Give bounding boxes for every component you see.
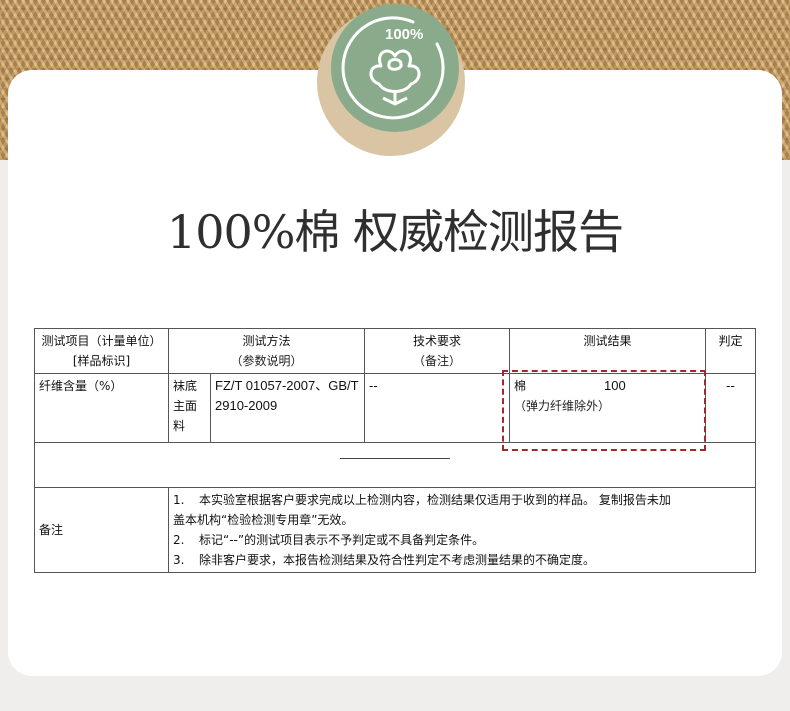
cell-method-line1: FZ/T 01057-2007、GB/T — [215, 378, 359, 393]
note-number: 2. — [173, 533, 185, 547]
badge-percent: 100% — [385, 26, 424, 43]
result-highlight-box — [502, 370, 706, 451]
header-test-method-line2: （参数说明） — [230, 354, 303, 368]
cotton-flower-icon — [341, 16, 445, 120]
header-requirement-line2: （备注） — [413, 354, 462, 368]
note-text: 本实验室根据客户要求完成以上检测内容，检测结果仅适用于收到的样品。 复制报告未加 — [199, 493, 671, 507]
header-judgement: 判定 — [705, 328, 757, 374]
header-requirement-line1: 技术要求 — [413, 334, 462, 348]
page-title: 100%棉 权威检测报告 — [166, 205, 624, 259]
cell-item: 纤维含量（%） — [34, 373, 169, 443]
table-header-row: 测试项目（计量单位） [样品标识] 测试方法 （参数说明） 技术要求 （备注） … — [34, 328, 757, 374]
header-result: 测试结果 — [509, 328, 707, 374]
cell-part-line1: 袜底 — [173, 379, 198, 393]
notes-content: 1. 本实验室根据客户要求完成以上检测内容，检测结果仅适用于收到的样品。 复制报告… — [167, 487, 757, 573]
note-text: 盖本机构“检验检测专用章”无效。 — [173, 513, 354, 527]
note-line: 3. 除非客户要求，本报告检测结果及符合性判定不考虑测量结果的不确定度。 — [173, 550, 751, 570]
header-test-method-line1: 测试方法 — [242, 334, 291, 348]
cell-method: FZ/T 01057-2007、GB/T 2910-2009 — [209, 373, 366, 443]
cell-part-line3: 料 — [173, 419, 186, 433]
note-text: 除非客户要求，本报告检测结果及符合性判定不考虑测量结果的不确定度。 — [199, 553, 596, 567]
cell-method-line2: 2910-2009 — [215, 398, 278, 413]
cell-part: 袜底 主面 料 — [168, 373, 211, 443]
header-test-item-line1: 测试项目（计量单位） — [41, 334, 162, 348]
cell-part-line2: 主面 — [173, 399, 198, 413]
divider-line — [340, 458, 450, 459]
header-test-item-line2: [样品标识] — [72, 354, 131, 368]
note-number: 1. — [173, 493, 185, 507]
cell-judgement: -- — [705, 373, 757, 443]
cotton-badge: 100% — [331, 4, 459, 132]
cell-requirement: -- — [364, 373, 511, 443]
notes-label: 备注 — [34, 487, 169, 573]
note-number: 3. — [173, 553, 185, 567]
note-line: 1. 本实验室根据客户要求完成以上检测内容，检测结果仅适用于收到的样品。 复制报告… — [173, 490, 751, 510]
header-requirement: 技术要求 （备注） — [364, 328, 511, 374]
note-text: 标记“--”的测试项目表示不予判定或不具备判定条件。 — [199, 533, 485, 547]
table-notes-row: 备注 1. 本实验室根据客户要求完成以上检测内容，检测结果仅适用于收到的样品。 复… — [34, 487, 757, 573]
note-line: 盖本机构“检验检测专用章”无效。 — [173, 510, 751, 530]
header-test-method: 测试方法 （参数说明） — [167, 328, 366, 374]
header-test-item: 测试项目（计量单位） [样品标识] — [34, 328, 169, 374]
note-line: 2. 标记“--”的测试项目表示不予判定或不具备判定条件。 — [173, 530, 751, 550]
